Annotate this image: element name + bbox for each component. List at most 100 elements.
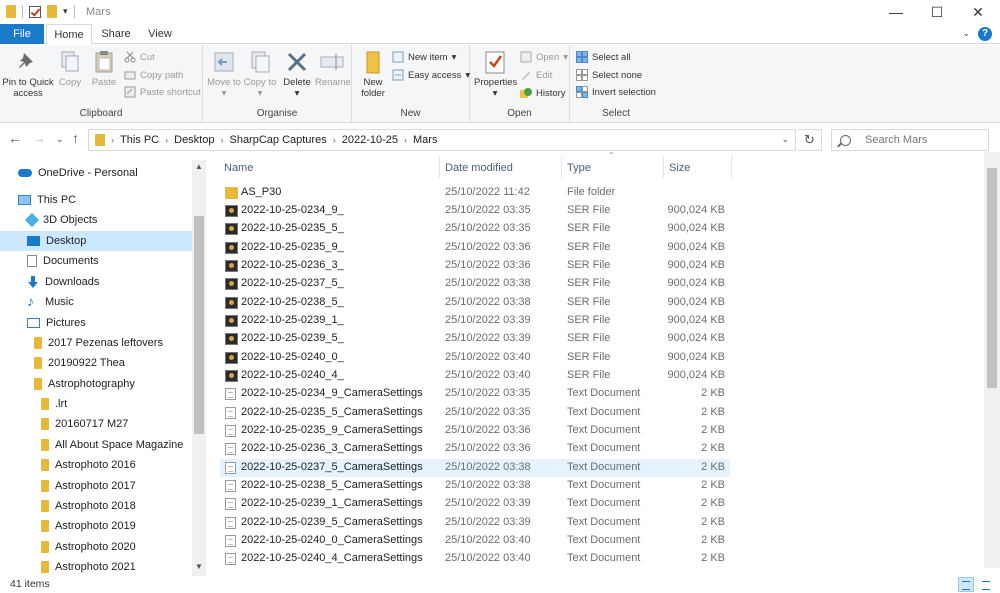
nav-item-folder[interactable]: Astrophoto 2018	[0, 496, 192, 516]
new-folder-icon[interactable]	[47, 5, 57, 18]
nav-item-folder[interactable]: Astrophoto 2016	[0, 455, 192, 475]
nav-item-this-pc[interactable]: This PC	[0, 190, 192, 210]
file-row[interactable]: 2022-10-25-0237_5_CameraSettings 25/10/20…	[220, 459, 730, 477]
nav-item-onedrive[interactable]: OneDrive - Personal	[0, 163, 192, 183]
breadcrumb-date-folder[interactable]: 2022-10-25	[342, 134, 398, 146]
recent-locations-chevron-icon[interactable]: ⌄	[56, 134, 64, 145]
tab-home[interactable]: Home	[46, 24, 92, 45]
file-row[interactable]: 2022-10-25-0239_5_ 25/10/2022 03:39 SER Fi…	[220, 330, 730, 348]
file-list-scrollbar[interactable]	[984, 152, 1000, 568]
nav-item-folder[interactable]: .lrt	[0, 394, 192, 414]
scrollbar-thumb[interactable]	[987, 168, 997, 388]
delete-button[interactable]: Delete ▾	[281, 49, 313, 99]
file-row[interactable]: 2022-10-25-0239_1_CameraSettings 25/10/20…	[220, 495, 730, 513]
up-arrow-icon[interactable]: ↑	[72, 130, 79, 146]
large-icons-view-icon[interactable]	[978, 577, 994, 592]
breadcrumb-chevron-icon[interactable]: ›	[165, 135, 168, 145]
tab-share[interactable]: Share	[96, 24, 136, 44]
paste-button[interactable]: Paste	[88, 49, 120, 88]
easy-access-button[interactable]: Easy access ▾	[392, 69, 470, 81]
file-row[interactable]: 2022-10-25-0236_3_CameraSettings 25/10/20…	[220, 440, 730, 458]
file-row[interactable]: 2022-10-25-0234_9_CameraSettings 25/10/20…	[220, 385, 730, 403]
pin-to-quick-access-button[interactable]: Pin to Quick access	[2, 49, 54, 99]
tab-view[interactable]: View	[140, 24, 180, 44]
file-row[interactable]: 2022-10-25-0234_9_ 25/10/2022 03:35 SER Fi…	[220, 202, 730, 220]
nav-item-folder[interactable]: 20160717 M27	[0, 414, 192, 434]
file-row[interactable]: 2022-10-25-0235_9_CameraSettings 25/10/20…	[220, 422, 730, 440]
address-bar[interactable]: › This PC › Desktop › SharpCap Captures …	[88, 129, 796, 151]
file-row[interactable]: 2022-10-25-0240_4_ 25/10/2022 03:40 SER Fi…	[220, 367, 730, 385]
scroll-up-chevron-icon[interactable]: ▲	[194, 162, 204, 171]
file-row[interactable]: 2022-10-25-0235_5_ 25/10/2022 03:35 SER Fi…	[220, 220, 730, 238]
select-all-button[interactable]: Select all	[576, 51, 631, 63]
refresh-icon[interactable]: ↻	[798, 129, 822, 151]
file-row[interactable]: 2022-10-25-0238_5_CameraSettings 25/10/20…	[220, 477, 730, 495]
nav-item-3d-objects[interactable]: 3D Objects	[0, 210, 192, 230]
file-row[interactable]: 2022-10-25-0240_4_CameraSettings 25/10/20…	[220, 550, 730, 568]
column-header-size[interactable]: Size	[669, 158, 690, 178]
new-folder-button[interactable]: New folder	[356, 49, 390, 99]
breadcrumb-chevron-icon[interactable]: ›	[111, 135, 114, 145]
column-header-name[interactable]: Name	[224, 158, 253, 178]
file-row[interactable]: 2022-10-25-0240_0_CameraSettings 25/10/20…	[220, 532, 730, 550]
rename-button[interactable]: Rename	[315, 49, 351, 88]
column-divider[interactable]	[439, 156, 440, 178]
nav-item-folder[interactable]: All About Space Magazine	[0, 435, 192, 455]
history-button[interactable]: History	[520, 87, 566, 99]
nav-item-folder[interactable]: Astrophoto 2017	[0, 476, 192, 496]
nav-pane-scrollbar[interactable]: ▲ ▼	[192, 160, 206, 576]
scrollbar-thumb[interactable]	[194, 216, 204, 434]
column-divider[interactable]	[731, 156, 732, 178]
minimize-icon[interactable]: —	[876, 2, 916, 22]
forward-arrow-icon[interactable]: →	[32, 130, 46, 146]
cut-button[interactable]: Cut	[124, 51, 155, 63]
nav-item-folder[interactable]: 20190922 Thea	[0, 353, 192, 373]
scroll-down-chevron-icon[interactable]: ▼	[194, 562, 204, 571]
copy-button[interactable]: Copy	[56, 49, 84, 88]
properties-button[interactable]: Properties ▾	[474, 49, 517, 99]
breadcrumb-desktop[interactable]: Desktop	[174, 134, 214, 146]
file-row[interactable]: 2022-10-25-0239_5_CameraSettings 25/10/20…	[220, 514, 730, 532]
nav-item-folder[interactable]: Astrophoto 2021	[0, 557, 192, 576]
nav-item-folder[interactable]: Astrophoto 2020	[0, 537, 192, 557]
file-row[interactable]: 2022-10-25-0239_1_ 25/10/2022 03:39 SER Fi…	[220, 312, 730, 330]
file-row[interactable]: 2022-10-25-0238_5_ 25/10/2022 03:38 SER Fi…	[220, 294, 730, 312]
tab-file[interactable]: File	[0, 24, 44, 44]
address-dropdown-chevron-icon[interactable]: ⌄	[781, 134, 789, 145]
customize-toolbar-chevron-icon[interactable]: ▾	[63, 6, 68, 17]
file-row[interactable]: 2022-10-25-0235_9_ 25/10/2022 03:36 SER Fi…	[220, 239, 730, 257]
nav-item-folder[interactable]: Astrophoto 2019	[0, 516, 192, 536]
collapse-ribbon-chevron-icon[interactable]: ⌄	[962, 28, 970, 39]
copy-path-button[interactable]: Copy path	[124, 69, 183, 81]
nav-item-documents[interactable]: Documents	[0, 251, 192, 271]
breadcrumb-this-pc[interactable]: This PC	[120, 134, 159, 146]
select-none-button[interactable]: Select none	[576, 69, 642, 81]
column-header-type[interactable]: Type	[567, 158, 591, 178]
invert-selection-button[interactable]: Invert selection	[576, 86, 656, 98]
breadcrumb-chevron-icon[interactable]: ›	[333, 135, 336, 145]
nav-item-pictures[interactable]: Pictures	[0, 313, 192, 333]
move-to-button[interactable]: Move to ▾	[207, 49, 241, 99]
details-view-icon[interactable]	[958, 577, 974, 592]
new-item-button[interactable]: New item ▾	[392, 51, 456, 63]
help-icon[interactable]: ?	[978, 27, 992, 41]
breadcrumb-chevron-icon[interactable]: ›	[220, 135, 223, 145]
file-row[interactable]: 2022-10-25-0237_5_ 25/10/2022 03:38 SER Fi…	[220, 275, 730, 293]
close-icon[interactable]: ✕	[958, 2, 998, 22]
breadcrumb-mars[interactable]: Mars	[413, 134, 437, 146]
properties-check-icon[interactable]	[29, 5, 41, 18]
nav-item-downloads[interactable]: Downloads	[0, 272, 192, 292]
breadcrumb-chevron-icon[interactable]: ›	[404, 135, 407, 145]
search-input[interactable]: Search Mars	[831, 129, 989, 151]
edit-button[interactable]: Edit	[520, 69, 552, 81]
column-divider[interactable]	[663, 156, 664, 178]
nav-item-music[interactable]: Music	[0, 292, 192, 312]
column-header-date-modified[interactable]: Date modified	[445, 158, 513, 178]
nav-item-folder[interactable]: 2017 Pezenas leftovers	[0, 333, 192, 353]
nav-item-desktop[interactable]: Desktop	[0, 231, 192, 251]
file-row[interactable]: 2022-10-25-0240_0_ 25/10/2022 03:40 SER Fi…	[220, 349, 730, 367]
breadcrumb-sharpcap-captures[interactable]: SharpCap Captures	[229, 134, 326, 146]
open-button[interactable]: Open ▾	[520, 51, 568, 63]
file-row[interactable]: AS_P30 25/10/2022 11:42 File folder	[220, 184, 730, 202]
back-arrow-icon[interactable]: ←	[8, 130, 22, 146]
